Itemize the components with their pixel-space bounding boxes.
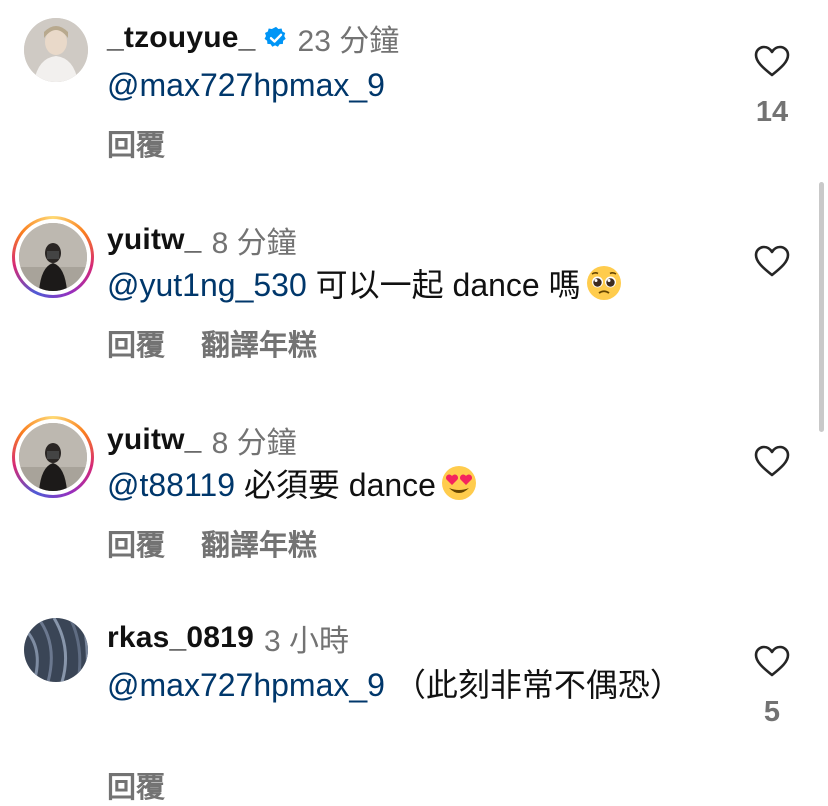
reply-button[interactable]: 回覆 [107,522,165,564]
heart-outline-icon[interactable] [753,244,791,278]
username[interactable]: rkas_0819 [107,621,254,655]
pleading-face-icon [586,266,621,300]
comment-time: 8 分鐘 [211,427,297,460]
avatar[interactable] [12,416,94,498]
reply-button[interactable]: 回覆 [107,764,165,806]
comment-body: 可以一起 dance 嗎 [306,267,581,303]
mention-link[interactable]: @max727hpmax_9 [107,667,385,703]
comment-time: 23 分鐘 [297,25,400,58]
comment-text: @max727hpmax_9 [107,64,687,106]
mention-link[interactable]: @max727hpmax_9 [107,67,385,103]
heart-outline-icon[interactable] [753,44,791,78]
translate-button[interactable]: 翻譯年糕 [201,522,317,564]
verified-badge-icon [264,26,286,47]
comment-body: 必須要 dance [234,467,436,503]
comment-time: 3 小時 [263,625,349,658]
avatar[interactable] [24,618,88,682]
heart-eyes-face-icon [441,466,476,500]
mention-link[interactable]: @yut1ng_530 [107,267,307,303]
heart-outline-icon[interactable] [753,444,791,478]
comment-body: （此刻非常不偶恐） [384,667,682,703]
reply-button[interactable]: 回覆 [107,322,165,364]
username[interactable]: yuitw_ [107,223,202,257]
heart-outline-icon[interactable] [753,644,791,678]
like-count: 5 [763,696,781,728]
comment-time: 8 分鐘 [211,227,297,260]
translate-button[interactable]: 翻譯年糕 [201,322,317,364]
comment-text: @yut1ng_530 可以一起 dance 嗎 [107,264,687,306]
comment-text: @t88119 必須要 dance [107,464,687,506]
scrollbar[interactable] [819,182,824,432]
avatar[interactable] [12,216,94,298]
avatar[interactable] [24,18,88,82]
like-count: 14 [755,96,789,128]
username[interactable]: _tzouyue_ [107,21,256,55]
mention-link[interactable]: @t88119 [107,467,235,503]
reply-button[interactable]: 回覆 [107,122,165,164]
comment-text: @max727hpmax_9 （此刻非常不偶恐） [107,664,687,706]
username[interactable]: yuitw_ [107,423,202,457]
